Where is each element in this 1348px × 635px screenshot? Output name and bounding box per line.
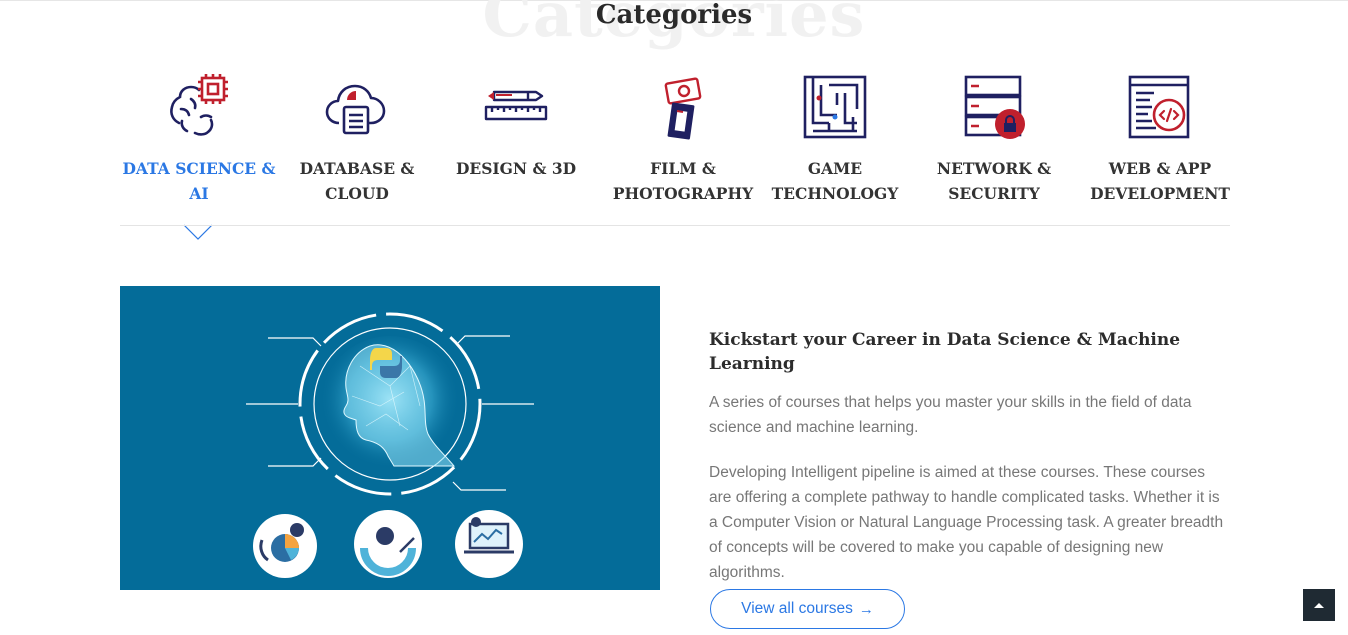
tab-label: DATABASE & CLOUD bbox=[299, 159, 415, 203]
maze-icon bbox=[803, 75, 867, 139]
brain-chip-icon bbox=[170, 74, 228, 136]
cloud-database-icon bbox=[325, 84, 386, 135]
server-lock-icon bbox=[964, 75, 1025, 139]
code-window-icon bbox=[1128, 75, 1190, 139]
category-intro: A series of courses that helps you maste… bbox=[709, 394, 1192, 436]
tab-network-security[interactable]: NETWORK & SECURITY bbox=[920, 70, 1068, 226]
category-description: Kickstart your Career in Data Science & … bbox=[709, 328, 1229, 605]
category-details: Developing Intelligent pipeline is aimed… bbox=[709, 464, 1224, 581]
gauge-chart-icon bbox=[354, 510, 422, 578]
tab-data-science-ai[interactable]: DATA SCIENCE & AI bbox=[120, 70, 278, 240]
tab-label: WEB & APP DEVELOPMENT bbox=[1090, 159, 1230, 203]
pie-chart-icon bbox=[253, 514, 317, 578]
tab-game-technology[interactable]: GAME TECHNOLOGY bbox=[770, 70, 900, 226]
arrow-right-icon: → bbox=[858, 600, 874, 618]
tab-film-photography[interactable]: FILM & PHOTOGRAPHY bbox=[596, 70, 770, 226]
view-all-courses-button[interactable]: View all courses → bbox=[710, 589, 905, 629]
tab-database-cloud[interactable]: DATABASE & CLOUD bbox=[278, 70, 436, 226]
pencil-ruler-icon bbox=[484, 90, 548, 121]
tab-web-app-development[interactable]: WEB & APP DEVELOPMENT bbox=[1086, 70, 1234, 226]
caret-up-icon bbox=[1314, 603, 1324, 608]
view-all-courses-label: View all courses bbox=[741, 600, 853, 617]
category-heading: Kickstart your Career in Data Science & … bbox=[709, 330, 1181, 374]
category-tabs: DATA SCIENCE & AI DATABASE & CLOUD DESIG… bbox=[120, 70, 1230, 240]
section-title: Categories bbox=[595, 0, 753, 30]
camera-film-icon bbox=[664, 77, 702, 140]
tabs-divider bbox=[120, 225, 1230, 226]
category-hero-image bbox=[120, 286, 660, 590]
ai-head-icon bbox=[246, 312, 534, 578]
tab-label: DATA SCIENCE & AI bbox=[122, 159, 276, 203]
tab-label: DESIGN & 3D bbox=[455, 159, 577, 178]
active-tab-pointer-icon bbox=[184, 224, 212, 240]
tab-label: FILM & PHOTOGRAPHY bbox=[612, 159, 754, 203]
scroll-to-top-button[interactable] bbox=[1303, 589, 1335, 621]
tab-label: NETWORK & SECURITY bbox=[936, 159, 1052, 203]
laptop-analytics-icon bbox=[455, 510, 523, 578]
tab-design-3d[interactable]: DESIGN & 3D bbox=[436, 70, 596, 226]
tab-label: GAME TECHNOLOGY bbox=[771, 159, 899, 203]
